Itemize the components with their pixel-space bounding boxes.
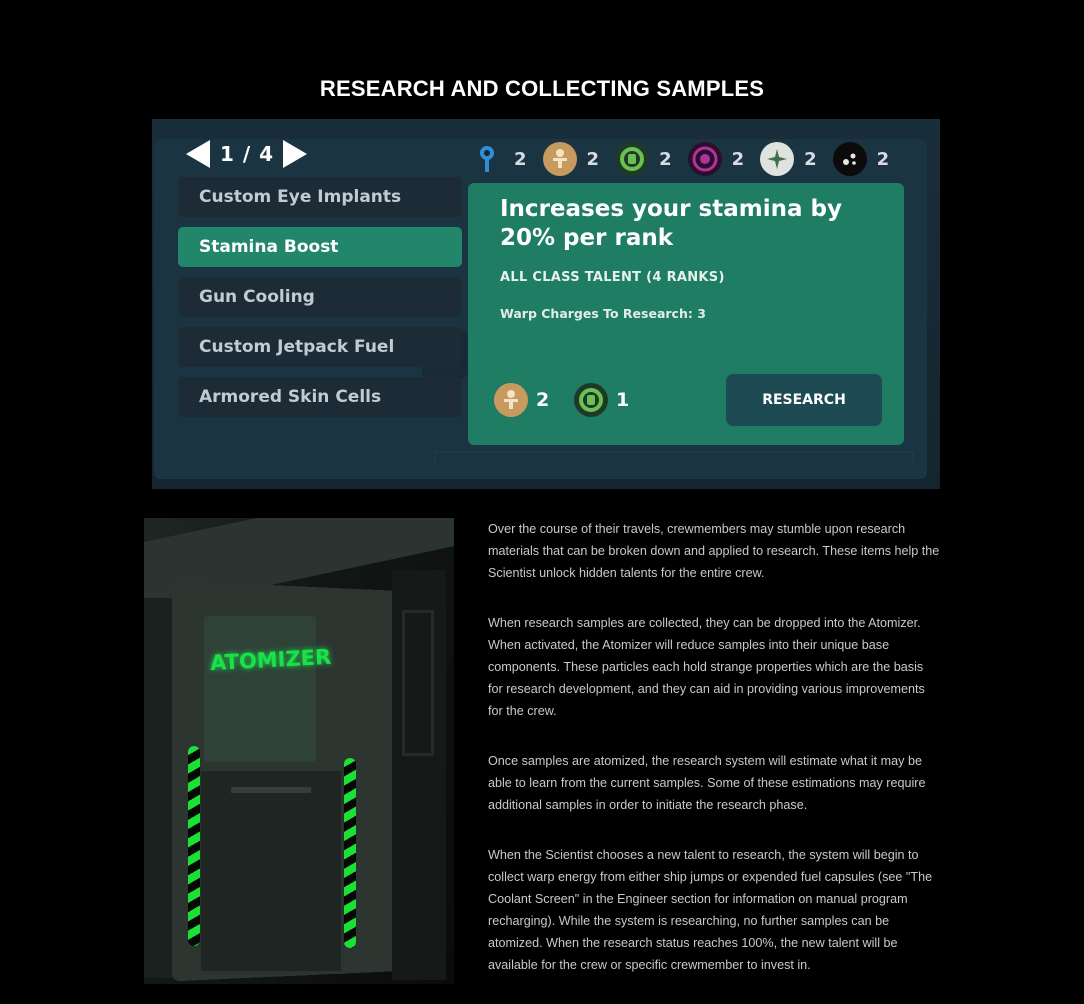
blue-pin-icon [470, 142, 504, 176]
pager-text: 1 / 4 [220, 142, 274, 166]
talent-description: Increases your stamina by 20% per rank [500, 196, 842, 251]
atomizer-side-panel [392, 570, 446, 980]
talent-item[interactable]: Gun Cooling [178, 277, 462, 317]
black-dots-icon [832, 142, 867, 176]
resource-count: 2 [876, 148, 890, 170]
talent-list: Custom Eye Implants Stamina Boost Gun Co… [178, 177, 462, 427]
article-body: Over the course of their travels, crewme… [488, 518, 940, 1004]
resource-count: 2 [804, 148, 817, 170]
resource-white-star: 2 [760, 142, 817, 176]
next-page-arrow-icon[interactable] [283, 140, 308, 168]
atomizer-side-slot [402, 610, 434, 756]
hazard-stripe-left [188, 746, 200, 946]
green-ring-icon [615, 142, 650, 176]
cost-tan-figure: 2 [494, 383, 549, 417]
article-paragraph: Over the course of their travels, crewme… [488, 522, 940, 580]
white-star-icon [760, 142, 795, 176]
talent-item[interactable]: Custom Jetpack Fuel [178, 327, 462, 367]
resource-purple-ring: 2 [687, 142, 745, 176]
resource-count: 2 [659, 148, 672, 170]
article-paragraph: When the Scientist chooses a new talent … [488, 848, 933, 972]
previous-page-arrow-icon[interactable] [186, 140, 210, 168]
atomizer-pipe [144, 598, 174, 978]
warp-charges-text: Warp Charges To Research: 3 [500, 306, 706, 321]
resource-count: 2 [586, 148, 600, 170]
talent-detail-card: Increases your stamina by 20% per rank A… [468, 183, 904, 445]
green-ring-icon [574, 383, 608, 417]
atomizer-door [198, 768, 344, 974]
resource-black-dots: 2 [832, 142, 890, 176]
cost-count: 2 [536, 389, 550, 411]
research-ui-screenshot: 1 / 4 2 2 2 2 2 2 Custom Eye Implants St… [152, 119, 940, 489]
atomizer-image: ATOMIZER [144, 518, 454, 984]
page-title: RESEARCH AND COLLECTING SAMPLES [319, 75, 765, 101]
resource-count: 2 [514, 148, 527, 170]
resource-counts: 2 2 2 2 2 2 [470, 139, 905, 179]
resource-tan-figure: 2 [542, 142, 600, 176]
article-paragraph: Once samples are atomized, the research … [488, 754, 926, 812]
talent-item-selected[interactable]: Stamina Boost [178, 227, 462, 267]
hazard-stripe-right [344, 758, 356, 948]
atomizer-door-handle [231, 787, 311, 793]
resource-green-ring: 2 [615, 142, 672, 176]
frame-rail [434, 451, 914, 463]
cost-green-ring: 1 [574, 383, 629, 417]
atomizer-screen [204, 616, 316, 762]
tan-figure-icon [542, 142, 577, 176]
talent-item[interactable]: Armored Skin Cells [178, 377, 462, 417]
research-button[interactable]: RESEARCH [726, 374, 882, 426]
resource-count: 2 [731, 148, 745, 170]
purple-ring-icon [687, 142, 722, 176]
cost-count: 1 [616, 389, 630, 411]
resource-blue-pin: 2 [470, 142, 527, 176]
article-paragraph: When research samples are collected, the… [488, 616, 925, 718]
talent-item[interactable]: Custom Eye Implants [178, 177, 462, 217]
talent-class: ALL CLASS TALENT (4 RANKS) [500, 270, 725, 285]
tan-figure-icon [494, 383, 528, 417]
pager: 1 / 4 [186, 139, 308, 169]
